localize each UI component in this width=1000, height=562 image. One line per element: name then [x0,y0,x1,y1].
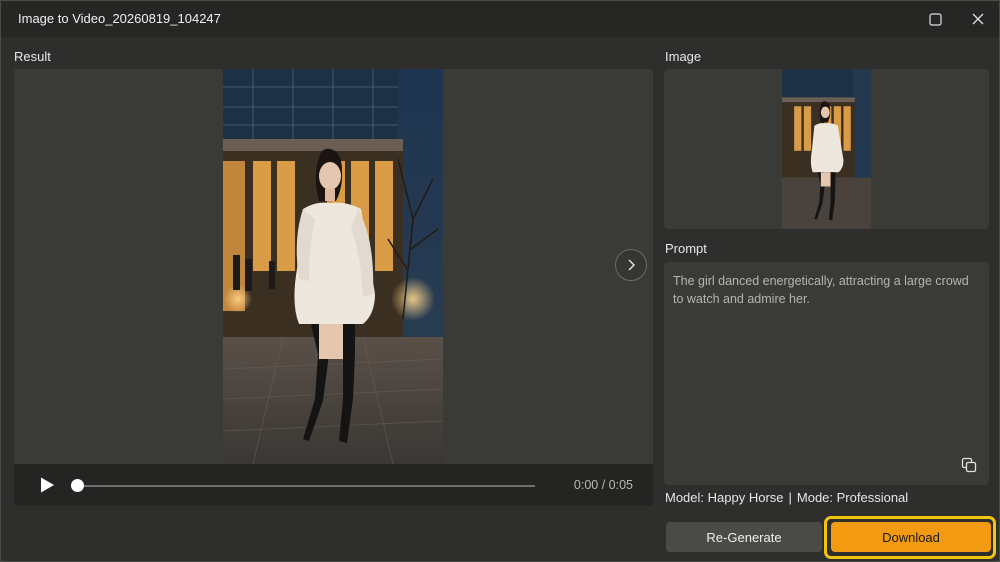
copy-icon [961,457,977,473]
info-separator: | [788,490,792,505]
app-window: Image to Video_20260819_104247 Result 0:… [0,0,1000,562]
regenerate-button[interactable]: Re-Generate [666,522,822,552]
close-icon [972,13,984,25]
maximize-icon [928,12,942,26]
title-bar: Image to Video_20260819_104247 [1,1,999,37]
time-readout: 0:00 / 0:05 [573,478,633,492]
maximize-button[interactable] [922,7,948,31]
next-button[interactable] [615,249,647,281]
prompt-label: Prompt [665,241,707,256]
source-image-thumbnail[interactable] [782,69,871,229]
mode-info: Mode: Professional [796,490,909,505]
seek-track[interactable] [76,485,535,487]
close-button[interactable] [965,7,991,31]
play-icon [41,477,54,493]
generation-info: Model: Happy Horse | Mode: Professional [665,490,908,505]
chevron-right-icon [628,259,635,271]
model-info: Model: Happy Horse [665,490,784,505]
image-label: Image [665,49,702,64]
source-image-panel [664,69,989,229]
video-preview [14,69,653,464]
video-controls: 0:00 / 0:05 [14,464,653,506]
window-title: Image to Video_20260819_104247 [18,11,221,26]
prompt-text[interactable]: The girl danced energetically, attractin… [673,272,981,308]
video-frame [223,69,443,464]
result-label: Result [14,49,51,64]
play-button[interactable] [38,476,56,494]
copy-button[interactable] [961,457,979,475]
prompt-box[interactable]: The girl danced energetically, attractin… [664,262,989,485]
download-button[interactable]: Download [831,522,991,552]
seek-knob[interactable] [70,479,84,492]
